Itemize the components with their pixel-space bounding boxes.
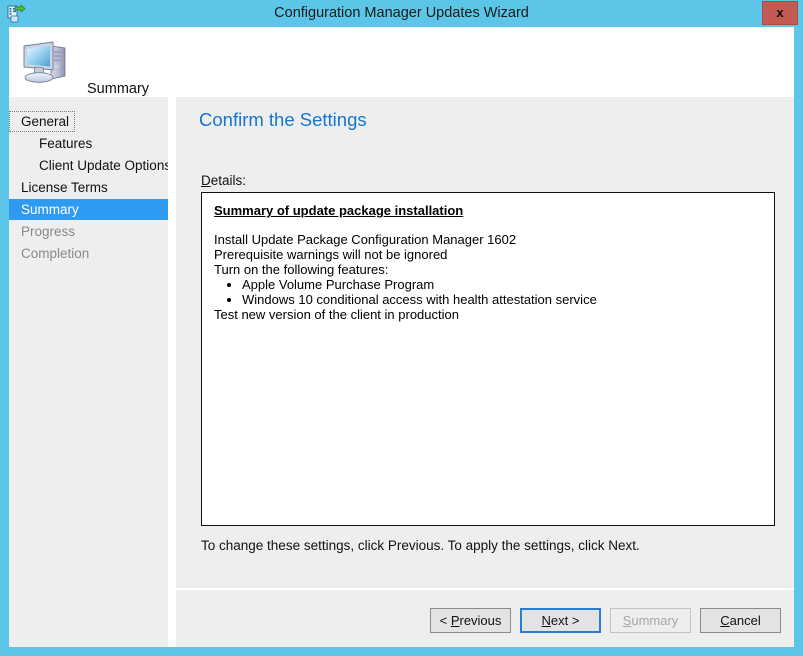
close-icon[interactable]: x — [762, 1, 798, 25]
wizard-banner: Summary — [9, 27, 794, 97]
sidebar-item-completion: Completion — [9, 243, 168, 264]
button-accelerator: C — [720, 613, 730, 628]
details-label-rest: etails: — [210, 173, 247, 188]
button-label-post: revious — [459, 613, 502, 628]
sidebar-item-label: Completion — [21, 246, 90, 261]
content-heading: Confirm the Settings — [199, 109, 367, 130]
previous-button[interactable]: < Previous — [430, 608, 511, 633]
sidebar-item-client-update-options[interactable]: Client Update Options — [9, 155, 172, 176]
list-item: Apple Volume Purchase Program — [242, 277, 762, 292]
next-button[interactable]: Next > — [520, 608, 601, 633]
details-label-accelerator: D — [201, 173, 211, 188]
sidebar-item-label: General — [9, 111, 76, 132]
computer-monitor-icon — [19, 34, 75, 90]
details-line: Turn on the following features: — [214, 262, 389, 277]
button-label-post: ext > — [550, 613, 580, 628]
details-line: Test new version of the client in produc… — [214, 307, 459, 322]
details-line: Install Update Package Configuration Man… — [214, 232, 517, 247]
wizard-window: Configuration Manager Updates Wizard x S… — [0, 0, 803, 656]
button-bar: < Previous Next > Summary Cancel — [176, 590, 794, 647]
button-accelerator: N — [541, 613, 551, 628]
sidebar-item-features[interactable]: Features — [9, 133, 168, 154]
list-item: Windows 10 conditional access with healt… — [242, 292, 762, 307]
sidebar-item-label: Client Update Options — [39, 158, 172, 173]
window-title: Configuration Manager Updates Wizard — [274, 5, 529, 21]
details-title: Summary of update package installation — [214, 203, 464, 218]
sidebar-item-summary[interactable]: Summary — [9, 199, 168, 220]
cancel-button[interactable]: Cancel — [700, 608, 781, 633]
sidebar-item-label: Features — [39, 136, 93, 151]
details-content: Summary of update package installation I… — [202, 193, 774, 330]
sidebar-item-label: Summary — [21, 202, 79, 217]
details-textbox[interactable]: Summary of update package installation I… — [201, 192, 775, 526]
summary-button: Summary — [610, 608, 691, 633]
wizard-body: General Features Client Update Options L… — [9, 97, 794, 647]
sidebar-item-label: License Terms — [21, 180, 108, 195]
wizard-content: Confirm the Settings Details: Summary of… — [176, 97, 794, 647]
button-label-post: ummary — [631, 613, 679, 628]
details-feature-list: Apple Volume Purchase Program Windows 10… — [214, 277, 762, 307]
button-label-post: ancel — [729, 613, 761, 628]
details-label: Details: — [201, 173, 246, 188]
details-line: Prerequisite warnings will not be ignore… — [214, 247, 448, 262]
instruction-text: To change these settings, click Previous… — [201, 538, 640, 553]
title-bar[interactable]: Configuration Manager Updates Wizard x — [0, 0, 803, 27]
sidebar-item-label: Progress — [21, 224, 76, 239]
sidebar-item-general[interactable]: General — [9, 111, 168, 132]
button-label-pre: < — [439, 613, 451, 628]
sidebar-item-license-terms[interactable]: License Terms — [9, 177, 168, 198]
wizard-step-list: General Features Client Update Options L… — [9, 97, 172, 647]
page-title: Summary — [87, 81, 150, 97]
sidebar-item-progress: Progress — [9, 221, 168, 242]
sidebar-divider — [168, 97, 176, 647]
